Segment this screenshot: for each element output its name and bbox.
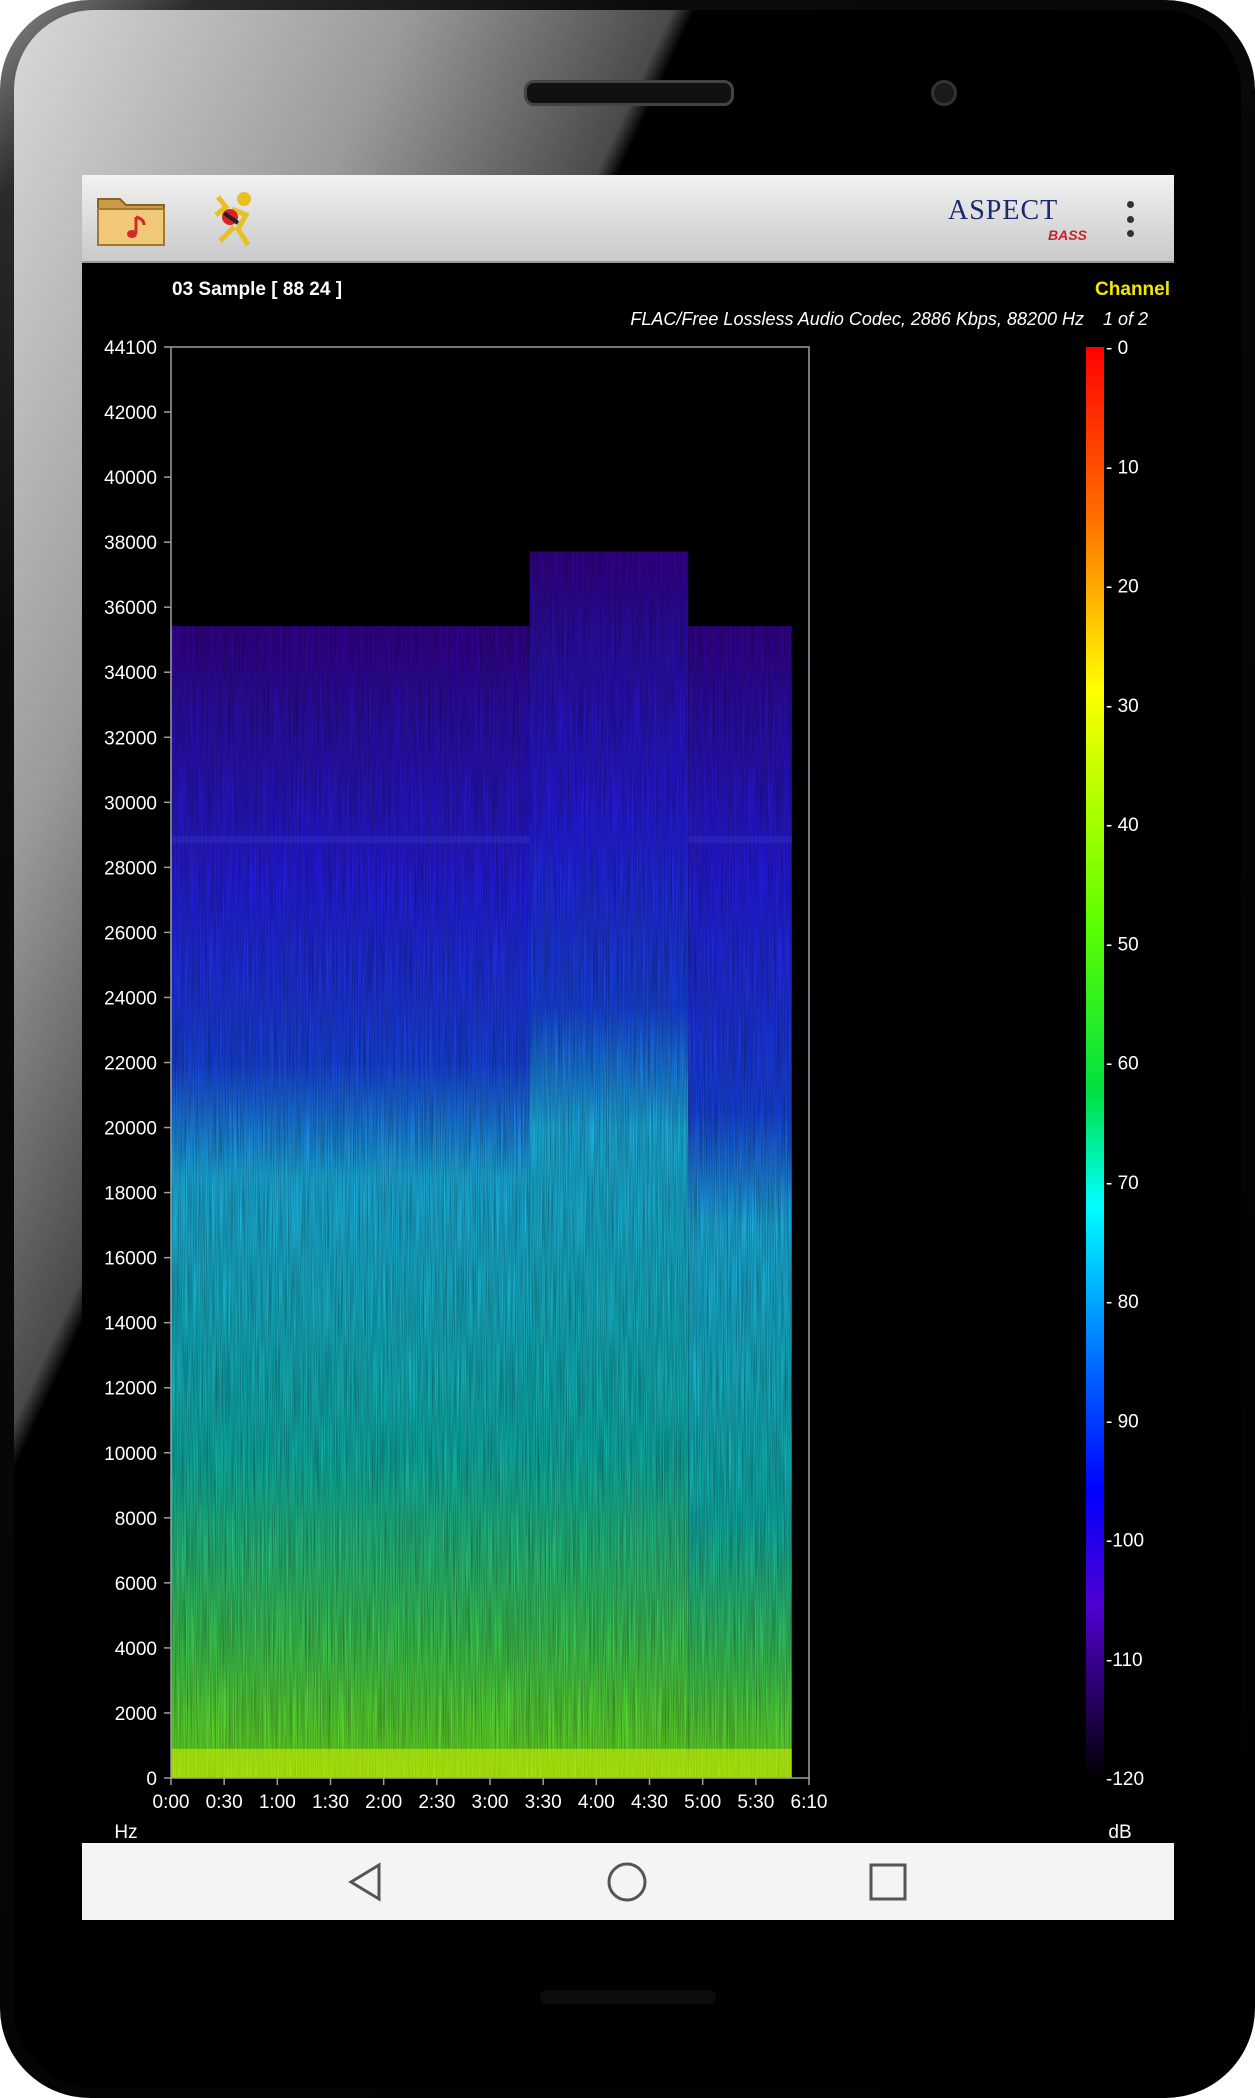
colorbar-tick-label: - 80 bbox=[1106, 1292, 1139, 1313]
colorbar-tick-label: - 20 bbox=[1106, 577, 1139, 598]
y-tick-label: 24000 bbox=[104, 988, 157, 1009]
colorbar-tick-label: - 90 bbox=[1106, 1411, 1139, 1432]
colorbar-unit: dB bbox=[1108, 1822, 1131, 1843]
screen: ASPECT BASS 44100 42000 40000 38000 3600… bbox=[82, 175, 1174, 1920]
colorbar-tick-label: - 0 bbox=[1106, 338, 1128, 359]
y-tick-label: 34000 bbox=[104, 663, 157, 684]
spectrogram-chart: 4410042000400003800036000340003200030000… bbox=[104, 338, 1144, 1843]
colorbar-tick-label: - 30 bbox=[1106, 696, 1139, 717]
y-tick-label: 14000 bbox=[104, 1314, 157, 1335]
recents-square-icon[interactable] bbox=[867, 1861, 909, 1903]
y-tick-label: 32000 bbox=[104, 728, 157, 749]
colorbar-tick-label: -100 bbox=[1106, 1531, 1144, 1552]
spectrum-texture bbox=[171, 551, 792, 1778]
track-title: 03 Sample [ 88 24 ] bbox=[172, 279, 343, 300]
y-tick-label: 30000 bbox=[104, 793, 157, 814]
y-tick-label: 40000 bbox=[104, 468, 157, 489]
x-tick-label: 0:30 bbox=[206, 1792, 243, 1813]
front-camera bbox=[931, 80, 957, 106]
colorbar-tick-label: - 40 bbox=[1106, 815, 1139, 836]
x-tick-label: 3:00 bbox=[472, 1792, 509, 1813]
back-triangle-icon[interactable] bbox=[345, 1861, 387, 1903]
y-axis-unit: Hz bbox=[114, 1822, 137, 1843]
earpiece-speaker bbox=[524, 80, 734, 106]
spectrogram-plot bbox=[171, 551, 792, 1778]
colorbar-tick-label: -110 bbox=[1106, 1650, 1143, 1671]
x-tick-label: 5:30 bbox=[737, 1792, 774, 1813]
y-tick-label: 36000 bbox=[104, 598, 157, 619]
low-freq-band bbox=[171, 1748, 792, 1778]
x-tick-label: 2:30 bbox=[418, 1792, 455, 1813]
y-tick-label: 0 bbox=[146, 1769, 157, 1790]
y-tick-label: 2000 bbox=[115, 1704, 157, 1725]
y-tick-label: 20000 bbox=[104, 1119, 157, 1140]
channel-value: 1 of 2 bbox=[1102, 309, 1148, 329]
x-tick-label: 4:00 bbox=[578, 1792, 615, 1813]
y-tick-label: 18000 bbox=[104, 1184, 157, 1205]
y-tick-label: 28000 bbox=[104, 858, 157, 879]
x-tick-label: 0:00 bbox=[153, 1792, 190, 1813]
codec-info: FLAC/Free Lossless Audio Codec, 2886 Kbp… bbox=[630, 309, 1084, 329]
home-circle-icon[interactable] bbox=[606, 1861, 648, 1903]
colorbar-gradient bbox=[1086, 347, 1104, 1778]
x-tick-label: 3:30 bbox=[525, 1792, 562, 1813]
channel-label[interactable]: Channel bbox=[1095, 279, 1170, 301]
y-tick-label: 10000 bbox=[104, 1444, 157, 1465]
x-tick-label: 6:10 bbox=[791, 1792, 828, 1813]
android-nav-bar bbox=[82, 1843, 1174, 1920]
colorbar-tick-label: -120 bbox=[1106, 1769, 1144, 1790]
colorbar-tick-label: - 10 bbox=[1106, 457, 1139, 478]
y-tick-label: 26000 bbox=[104, 923, 157, 944]
y-tick-label: 8000 bbox=[115, 1509, 157, 1530]
hardware-home-key bbox=[540, 1990, 716, 2004]
y-tick-label: 38000 bbox=[104, 533, 157, 554]
y-tick-label: 42000 bbox=[104, 403, 157, 424]
colorbar-tick-label: - 60 bbox=[1106, 1054, 1139, 1075]
x-tick-label: 5:00 bbox=[684, 1792, 721, 1813]
y-tick-label: 22000 bbox=[104, 1054, 157, 1075]
x-tick-label: 1:00 bbox=[259, 1792, 296, 1813]
y-tick-label: 44100 bbox=[104, 338, 157, 359]
x-tick-label: 1:30 bbox=[312, 1792, 349, 1813]
tablet-frame: ASPECT BASS 44100 42000 40000 38000 3600… bbox=[0, 0, 1255, 2098]
colorbar-tick-label: - 50 bbox=[1106, 934, 1139, 955]
x-tick-label: 2:00 bbox=[365, 1792, 402, 1813]
y-tick-label: 16000 bbox=[104, 1249, 157, 1270]
y-tick-label: 6000 bbox=[115, 1574, 157, 1595]
colorbar-tick-label: - 70 bbox=[1106, 1173, 1139, 1194]
y-tick-label: 12000 bbox=[104, 1379, 157, 1400]
x-tick-label: 4:30 bbox=[631, 1792, 668, 1813]
colorbar: - 0 - 10 - 20 - 30 - 40 - 50 - 60 - 70 - 80 - 90 -… bbox=[1086, 338, 1144, 1843]
y-tick-label: 4000 bbox=[115, 1639, 157, 1660]
